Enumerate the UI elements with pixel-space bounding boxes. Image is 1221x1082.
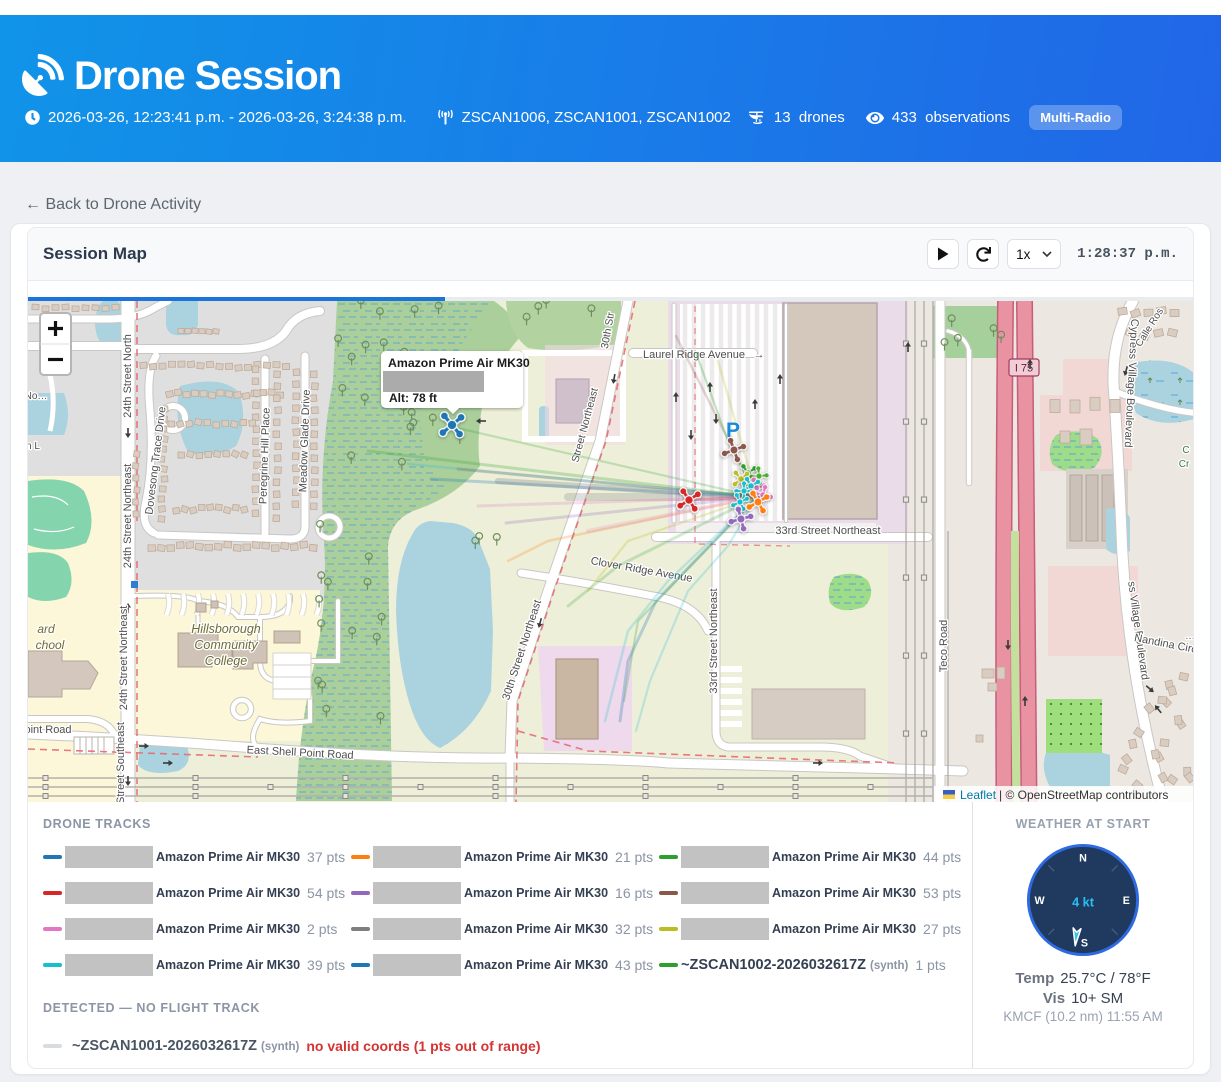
svg-text:…: … xyxy=(1185,631,1193,642)
svg-text:Street Southeast: Street Southeast xyxy=(115,722,127,802)
svg-text:S: S xyxy=(1081,937,1088,949)
svg-text:33rd Street Northeast: 33rd Street Northeast xyxy=(775,525,880,537)
svg-text:Amazon Prime Air MK30: Amazon Prime Air MK30 xyxy=(388,356,530,370)
svg-text:24th Street Northeast: 24th Street Northeast xyxy=(122,464,134,569)
svg-text:Alt: 78 ft: Alt: 78 ft xyxy=(389,391,437,405)
svg-text:P: P xyxy=(726,419,740,442)
svg-text:n L: n L xyxy=(28,441,40,452)
svg-text:Cr: Cr xyxy=(1179,459,1190,470)
svg-text:4 kt: 4 kt xyxy=(1072,895,1095,909)
svg-text:W: W xyxy=(1035,895,1046,907)
svg-text:| © OpenStreetMap contributors: | © OpenStreetMap contributors xyxy=(999,788,1168,802)
svg-text:Leaflet: Leaflet xyxy=(960,788,997,802)
svg-text:E: E xyxy=(1123,895,1130,907)
svg-text:N: N xyxy=(1079,852,1087,864)
svg-text:33rd Street Northeast: 33rd Street Northeast xyxy=(708,588,720,693)
svg-text:Laurel Ridge Avenue: Laurel Ridge Avenue xyxy=(643,349,745,361)
svg-text:C: C xyxy=(1182,445,1189,456)
svg-text:Community: Community xyxy=(194,638,258,652)
svg-text:chool: chool xyxy=(36,638,65,652)
svg-text:→: → xyxy=(754,349,765,361)
svg-text:College: College xyxy=(205,654,247,668)
svg-text:Teco Road: Teco Road xyxy=(938,620,950,673)
svg-text:Hillsborough: Hillsborough xyxy=(191,622,261,636)
svg-text:oint Road: oint Road xyxy=(28,724,72,736)
svg-text:24th Street Northeast: 24th Street Northeast xyxy=(118,606,130,711)
svg-text:ard: ard xyxy=(37,622,55,636)
svg-text:24th Street North: 24th Street North xyxy=(122,334,134,418)
svg-text:No…: No… xyxy=(28,391,47,402)
